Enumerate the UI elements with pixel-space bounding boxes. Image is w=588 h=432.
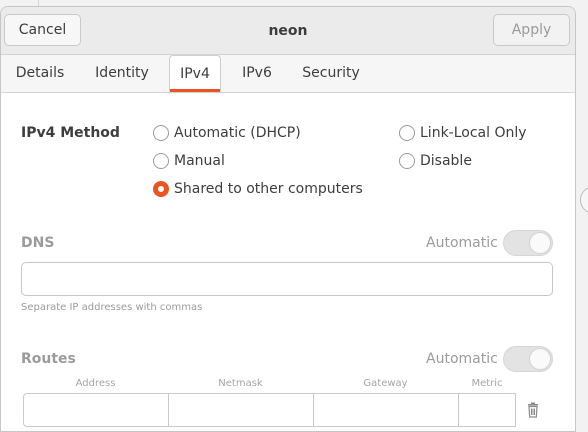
tab-ipv6[interactable]: IPv6: [233, 55, 281, 92]
radio-label: Manual: [174, 153, 225, 169]
tab-ipv4[interactable]: IPv4: [169, 55, 221, 92]
route-column-metric: Metric: [471, 378, 503, 389]
ipv4-page: IPv4 Method Automatic (DHCP) Link-Local …: [1, 93, 575, 431]
dns-input[interactable]: [21, 262, 553, 296]
radio-button[interactable]: [399, 125, 415, 141]
route-netmask-input[interactable]: [168, 393, 314, 427]
radio-button[interactable]: [153, 125, 169, 141]
route-address-input[interactable]: [23, 393, 169, 427]
dns-hint: Separate IP addresses with commas: [21, 302, 203, 313]
radio-manual[interactable]: Manual: [153, 151, 225, 171]
radio-disable[interactable]: Disable: [399, 151, 472, 171]
routes-automatic-switch[interactable]: [503, 346, 553, 372]
radio-label: Link-Local Only: [420, 125, 527, 141]
route-column-address: Address: [75, 378, 116, 389]
dialog-title: neon: [268, 23, 308, 39]
radio-label: Shared to other computers: [174, 181, 363, 197]
radio-label: Automatic (DHCP): [174, 125, 301, 141]
tab-details[interactable]: Details: [7, 55, 73, 92]
cancel-button[interactable]: Cancel: [4, 14, 81, 46]
routes-automatic-label: Automatic: [426, 351, 498, 367]
dns-automatic-label: Automatic: [426, 235, 498, 251]
radio-button[interactable]: [153, 153, 169, 169]
tab-security[interactable]: Security: [295, 55, 367, 92]
radio-automatic-dhcp[interactable]: Automatic (DHCP): [153, 123, 301, 143]
radio-label: Disable: [420, 153, 472, 169]
switch-knob: [529, 348, 551, 370]
trash-icon[interactable]: [525, 402, 541, 418]
tab-identity[interactable]: Identity: [85, 55, 159, 92]
route-column-netmask: Netmask: [218, 378, 263, 389]
route-metric-input[interactable]: [458, 393, 516, 427]
switch-knob: [529, 232, 551, 254]
dns-automatic-switch[interactable]: [503, 230, 553, 256]
radio-button[interactable]: [399, 153, 415, 169]
apply-button[interactable]: Apply: [493, 14, 570, 46]
header-bar: Cancel neon Apply: [1, 7, 575, 55]
radio-button-selected[interactable]: [153, 181, 169, 197]
route-gateway-input[interactable]: [313, 393, 459, 427]
route-column-gateway: Gateway: [363, 378, 408, 389]
network-settings-dialog: Cancel neon Apply Details Identity IPv4 …: [0, 6, 576, 432]
routes-label: Routes: [21, 351, 76, 367]
ipv4-method-label: IPv4 Method: [21, 125, 120, 141]
radio-link-local-only[interactable]: Link-Local Only: [399, 123, 527, 143]
radio-shared-to-other-computers[interactable]: Shared to other computers: [153, 179, 363, 199]
tab-bar: Details Identity IPv4 IPv6 Security: [1, 55, 575, 93]
dns-label: DNS: [21, 235, 55, 251]
